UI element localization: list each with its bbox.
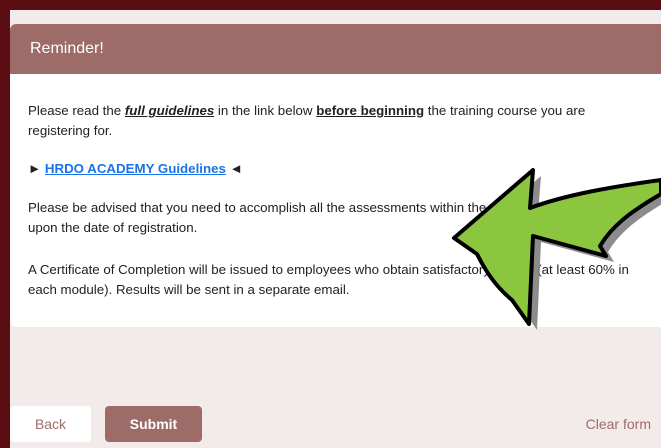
curved-arrow-icon — [452, 168, 661, 330]
link-suffix: ◄ — [225, 161, 243, 176]
link-prefix: ► — [28, 161, 45, 176]
card-title: Reminder! — [30, 40, 104, 57]
before-beginning-text: before beginning — [316, 103, 425, 118]
card-header: Reminder! — [10, 24, 661, 74]
clear-form-button[interactable]: Clear form — [571, 406, 651, 442]
arrow-body — [452, 168, 661, 326]
full-guidelines-text: full guidelines — [124, 103, 215, 118]
guidelines-paragraph: Please read the full guidelines in the l… — [28, 103, 586, 138]
submit-button[interactable]: Submit — [105, 406, 202, 442]
back-button[interactable]: Back — [10, 406, 91, 442]
hrdo-guidelines-link[interactable]: HRDO ACADEMY Guidelines — [45, 161, 226, 176]
